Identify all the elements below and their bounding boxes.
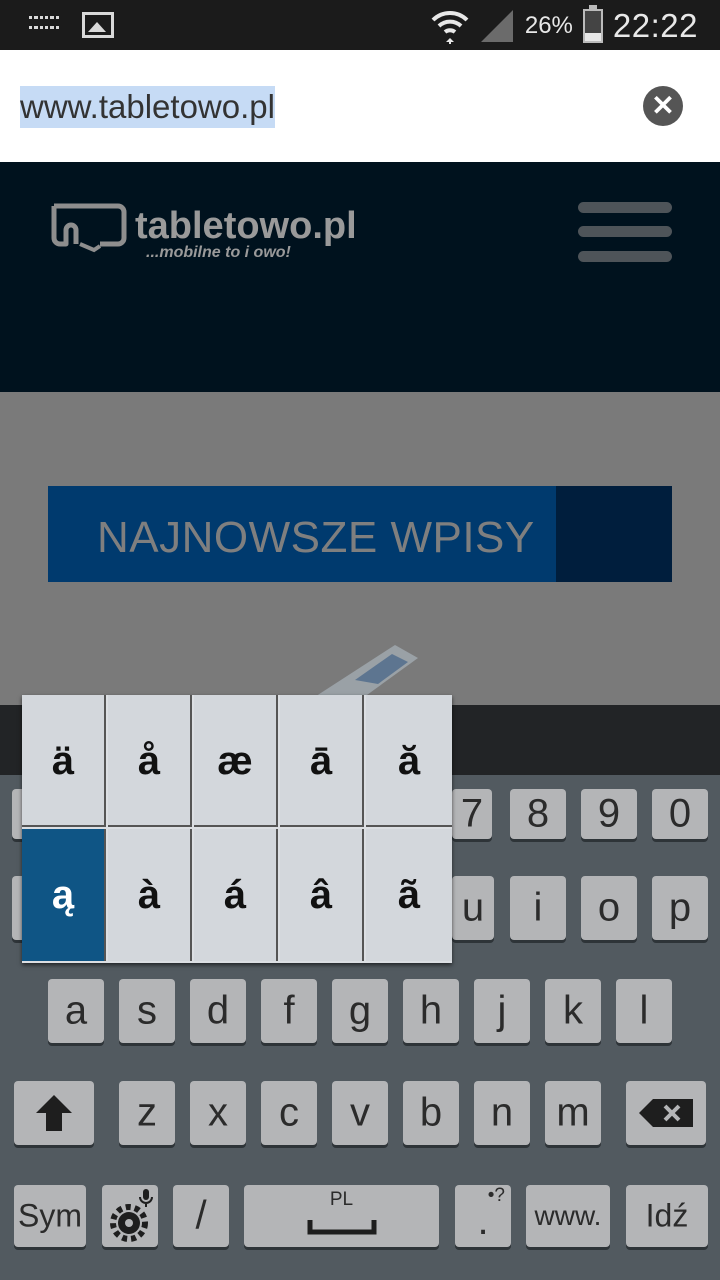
accent-key-selected[interactable]: ą (22, 829, 106, 961)
phone-image (310, 645, 418, 700)
status-bar: 26% 22:22 (0, 0, 720, 50)
tabletowo-logo[interactable] (50, 200, 130, 270)
sym-key[interactable]: Sym (14, 1185, 86, 1247)
key-s[interactable]: s (119, 979, 175, 1043)
accent-key[interactable]: ä (22, 695, 106, 827)
clear-icon[interactable]: ✕ (643, 86, 683, 126)
wifi-icon (431, 10, 469, 44)
key-i[interactable]: i (510, 876, 566, 940)
url-input[interactable]: www.tabletowo.pl (20, 86, 275, 128)
signal-icon (480, 10, 513, 42)
key-x[interactable]: x (190, 1081, 246, 1145)
backspace-icon (639, 1099, 693, 1127)
key-8[interactable]: 8 (510, 789, 566, 839)
accent-key[interactable]: ă (366, 695, 452, 827)
key-o[interactable]: o (581, 876, 637, 940)
key-b[interactable]: b (403, 1081, 459, 1145)
accent-key[interactable]: à (108, 829, 192, 961)
accent-key[interactable]: á (194, 829, 278, 961)
settings-key[interactable] (102, 1185, 158, 1247)
period-label: . (477, 1199, 489, 1243)
key-h[interactable]: h (403, 979, 459, 1043)
clock: 22:22 (612, 7, 698, 44)
shift-key[interactable] (14, 1081, 94, 1145)
latest-posts-title: NAJNOWSZE WPISY (97, 513, 535, 562)
system-icons: 26% 22:22 (431, 5, 698, 46)
key-a[interactable]: a (48, 979, 104, 1043)
backspace-key[interactable] (626, 1081, 706, 1145)
go-key[interactable]: Idź (626, 1185, 708, 1247)
key-j[interactable]: j (474, 979, 530, 1043)
battery-icon (582, 5, 603, 43)
keyboard-icon (28, 15, 60, 35)
logo-tagline: ...mobilne to i owo! (146, 244, 291, 261)
battery-percent: 26% (524, 12, 573, 39)
mic-icon (143, 1189, 149, 1200)
key-u[interactable]: u (452, 876, 494, 940)
key-n[interactable]: n (474, 1081, 530, 1145)
language-label: PL (329, 1189, 354, 1210)
accent-key[interactable]: æ (194, 695, 278, 827)
image-icon (82, 12, 114, 38)
key-0[interactable]: 0 (652, 789, 708, 839)
key-k[interactable]: k (545, 979, 601, 1043)
accent-key[interactable]: â (280, 829, 364, 961)
logo-text: tabletowo.pl (135, 205, 357, 247)
key-g[interactable]: g (332, 979, 388, 1043)
accent-key[interactable]: å (108, 695, 192, 827)
key-m[interactable]: m (545, 1081, 601, 1145)
key-f[interactable]: f (261, 979, 317, 1043)
site-header (0, 162, 720, 392)
shift-icon (36, 1095, 72, 1131)
space-key[interactable]: PL (244, 1185, 439, 1247)
accent-key[interactable]: ā (280, 695, 364, 827)
accent-key[interactable]: ã (366, 829, 452, 961)
key-v[interactable]: v (332, 1081, 388, 1145)
key-d[interactable]: d (190, 979, 246, 1043)
key-z[interactable]: z (119, 1081, 175, 1145)
key-7[interactable]: 7 (452, 789, 492, 839)
slash-key[interactable]: / (173, 1185, 229, 1247)
key-9[interactable]: 9 (581, 789, 637, 839)
www-key[interactable]: www. (526, 1185, 610, 1247)
key-l[interactable]: l (616, 979, 672, 1043)
settings-icon (110, 1189, 153, 1242)
period-key[interactable]: •? . (455, 1185, 511, 1247)
accent-popup: ä å æ ā ă ą à á â ã (22, 695, 452, 963)
space-bar-icon (307, 1220, 377, 1235)
notification-icons (28, 12, 114, 38)
key-c[interactable]: c (261, 1081, 317, 1145)
key-p[interactable]: p (652, 876, 708, 940)
hamburger-icon[interactable] (578, 202, 672, 264)
